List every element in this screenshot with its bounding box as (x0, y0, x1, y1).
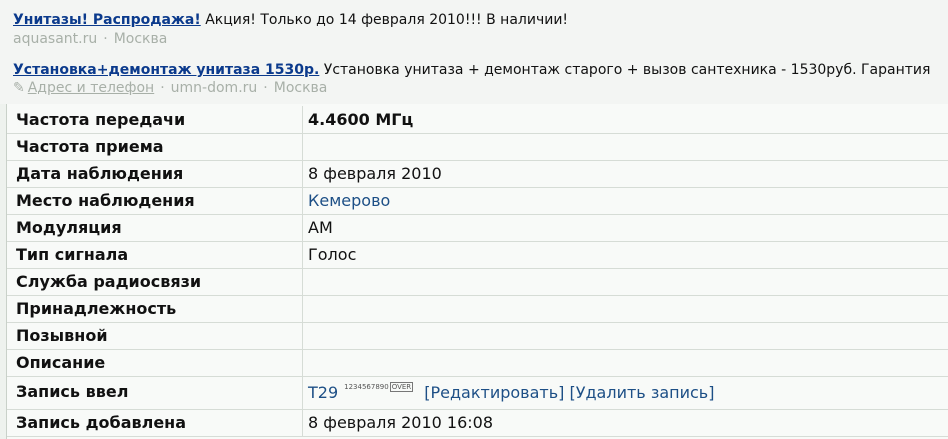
table-row: Описание (7, 349, 948, 377)
ad-meta-1: aquasant.ru · Москва (13, 31, 167, 47)
row-label-modulation: Модуляция (7, 214, 303, 241)
row-value-tx-frequency: 4.4600 МГц (308, 110, 414, 129)
table-row: Запись ввел T29 1234567890 OVER [Редактиро… (7, 376, 948, 410)
table-row: Частота передачи 4.4600 МГц (7, 106, 948, 134)
table-row: Дата наблюдения 8 февраля 2010 (7, 160, 948, 188)
author-rating-badge: 1234567890 OVER (344, 382, 414, 392)
table-row: Позывной (7, 322, 948, 350)
meta-separator: · (263, 80, 268, 96)
row-label-rx-frequency: Частота приема (7, 133, 303, 160)
ad-domain[interactable]: umn-dom.ru (171, 80, 258, 96)
ad-domain[interactable]: aquasant.ru (13, 31, 97, 47)
row-label-affiliation: Принадлежность (7, 295, 303, 322)
row-value-signal-type: Голос (308, 245, 357, 264)
row-label-added-date: Запись добавлена (7, 409, 303, 436)
ad-line-1: Унитазы! Распродажа! Акция! Только до 14… (13, 12, 568, 28)
row-value-observation-date: 8 февраля 2010 (308, 164, 442, 183)
badge-digits: 1234567890 (344, 383, 389, 391)
ad-meta-2: ✎ Адрес и телефон · umn-dom.ru · Москва (13, 80, 327, 96)
row-label-callsign: Позывной (7, 322, 303, 349)
row-label-description: Описание (7, 349, 303, 376)
badge-suffix: OVER (389, 382, 414, 392)
row-label-radio-service: Служба радиосвязи (7, 268, 303, 295)
row-value-added-date: 8 февраля 2010 16:08 (308, 413, 494, 432)
table-row: Принадлежность (7, 295, 948, 323)
table-row: Частота приема (7, 133, 948, 161)
ad-city: Москва (113, 31, 168, 47)
table-row: Модуляция AM (7, 214, 948, 242)
row-label-tx-frequency: Частота передачи (7, 106, 303, 133)
address-phone-link[interactable]: Адрес и телефон (28, 80, 154, 96)
ad-line-2: Установка+демонтаж унитаза 1530р. Устано… (13, 62, 930, 78)
row-value-modulation: AM (308, 218, 333, 237)
record-table: Частота передачи 4.4600 МГц Частота прие… (6, 104, 948, 439)
observation-place-link[interactable]: Кемерово (308, 187, 390, 214)
table-row: Запись добавлена 8 февраля 2010 16:08 (7, 409, 948, 437)
edit-record-link[interactable]: [Редактировать] (424, 383, 564, 402)
ad-block: Унитазы! Распродажа! Акция! Только до 14… (0, 0, 948, 104)
row-label-signal-type: Тип сигнала (7, 241, 303, 268)
ad-title-link[interactable]: Установка+демонтаж унитаза 1530р. (13, 62, 319, 78)
pencil-icon: ✎ (13, 80, 25, 96)
ad-text: Установка унитаза + демонтаж старого + в… (323, 62, 931, 78)
table-row: Место наблюдения Кемерово (7, 187, 948, 215)
table-row: Тип сигнала Голос (7, 241, 948, 269)
ad-title-link[interactable]: Унитазы! Распродажа! (13, 12, 201, 28)
table-row: Служба радиосвязи (7, 268, 948, 296)
meta-separator: · (160, 80, 165, 96)
row-value-entered-by: T29 1234567890 OVER [Редактировать] [Удали… (308, 379, 714, 406)
row-label-entered-by: Запись ввел (7, 376, 303, 409)
delete-record-link[interactable]: [Удалить запись] (570, 383, 715, 402)
row-label-observation-place: Место наблюдения (7, 187, 303, 214)
ad-text: Акция! Только до 14 февраля 2010!!! В на… (205, 12, 569, 28)
ad-city: Москва (273, 80, 328, 96)
author-link[interactable]: T29 (308, 383, 338, 402)
meta-separator: · (103, 31, 108, 47)
row-label-observation-date: Дата наблюдения (7, 160, 303, 187)
